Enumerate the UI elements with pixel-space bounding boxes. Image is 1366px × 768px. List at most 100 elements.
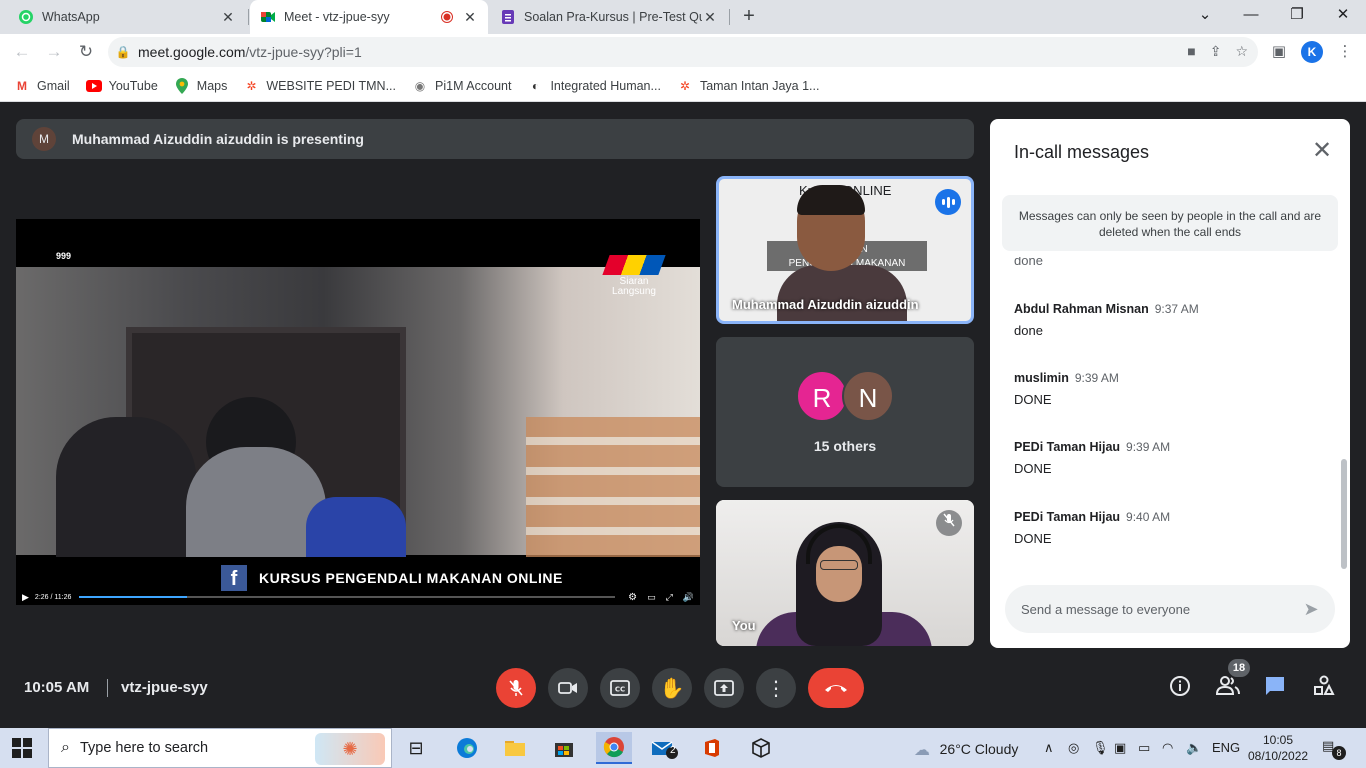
reload-icon[interactable]: ↻ — [74, 40, 98, 64]
bookmark-integrated-human[interactable]: ◐ Integrated Human... — [527, 78, 661, 94]
leave-call-button[interactable] — [808, 668, 864, 708]
people-count-badge: 18 — [1228, 659, 1250, 677]
send-icon[interactable]: ➤ — [1299, 597, 1323, 621]
bookmark-gmail[interactable]: M Gmail — [14, 78, 70, 94]
bookmark-star-icon[interactable]: ☆ — [1235, 43, 1248, 60]
search-placeholder: Type here to search — [79, 740, 209, 756]
tab-forms[interactable]: Soalan Pra-Kursus | Pre-Test Que ✕ — [490, 0, 728, 34]
meet-icon — [260, 9, 276, 25]
bookmark-maps[interactable]: Maps — [174, 77, 227, 94]
chat-button[interactable] — [1262, 675, 1288, 701]
tab-search-chevron-icon[interactable]: ⌄ — [1182, 4, 1228, 28]
address-bar[interactable]: 🔒 meet.google.com/vtz-jpue-syy?pli=1 ■ ⇪… — [108, 37, 1258, 67]
message-sender: PEDi Taman Hijau — [1014, 510, 1121, 524]
avatar: N — [842, 370, 894, 422]
chat-notice: Messages can only be seen by people in t… — [1002, 195, 1338, 251]
mic-off-icon — [936, 510, 962, 536]
volume-icon[interactable]: 🔈 — [1186, 740, 1202, 756]
present-now-button[interactable] — [704, 668, 744, 708]
participant-name: Muhammad Aizuddin aizuddin — [732, 297, 919, 312]
search-icon: ⌕ — [61, 739, 70, 756]
taskbar-search[interactable]: ⌕ Type here to search ✺ — [48, 728, 392, 768]
close-icon[interactable]: ✕ — [1308, 137, 1336, 165]
mic-off-icon — [509, 680, 523, 696]
tab-close-icon[interactable]: ✕ — [702, 9, 718, 26]
camera-in-use-icon[interactable]: ■ — [1187, 43, 1195, 60]
list-item: done — [1014, 257, 1043, 268]
bookmark-youtube[interactable]: YouTube — [85, 78, 158, 94]
more-options-button[interactable]: ⋮ — [756, 668, 796, 708]
video-progress[interactable] — [79, 596, 616, 598]
new-tab-button[interactable]: + — [738, 5, 760, 27]
back-icon[interactable]: ← — [10, 40, 34, 64]
activities-button[interactable] — [1311, 675, 1337, 701]
side-panel-icon[interactable]: ▣ — [1268, 41, 1290, 63]
list-item: Abdul Rahman Misnan 9:37 AM done — [1014, 301, 1199, 338]
chat-scrollbar[interactable] — [1341, 459, 1347, 569]
list-item: muslimin 9:39 AM DONE — [1014, 370, 1119, 407]
camera-toggle-button[interactable] — [548, 668, 588, 708]
cube-app-icon[interactable] — [745, 732, 777, 764]
screen-share-tray-icon[interactable]: ▣ — [1114, 740, 1126, 756]
fullscreen-icon[interactable]: ⤢ — [666, 592, 673, 603]
weather-widget[interactable]: ☁ 26°C Cloudy — [914, 740, 1018, 760]
tab-whatsapp[interactable]: WhatsApp ✕ — [8, 0, 246, 34]
participant-tile-self[interactable]: You — [716, 500, 974, 646]
restore-button[interactable]: ❐ — [1274, 4, 1320, 28]
message-list[interactable]: done Abdul Rahman Misnan 9:37 AM done mus… — [990, 257, 1350, 577]
task-view-icon[interactable]: ⊟ — [400, 732, 432, 764]
close-window-button[interactable]: ✕ — [1320, 4, 1366, 28]
panel-title: In-call messages — [1014, 142, 1150, 162]
participant-tile-presenter[interactable]: Kursus ONLINE LATIHAN PENGENDALI MAKANAN… — [716, 176, 974, 324]
office-icon[interactable] — [696, 732, 728, 764]
mic-toggle-button[interactable] — [496, 668, 536, 708]
system-clock[interactable]: 10:05 08/10/2022 — [1248, 732, 1308, 764]
mic-tray-icon[interactable]: 🎙 — [1092, 740, 1109, 756]
store-icon[interactable] — [548, 732, 580, 764]
more-vert-icon: ⋮ — [766, 677, 786, 700]
windows-taskbar: ⌕ Type here to search ✺ ⊟ 2 ☁ 26°C Cloud… — [0, 728, 1366, 768]
list-item: PEDi Taman Hijau 9:40 AM DONE — [1014, 509, 1170, 546]
play-icon[interactable]: ▶ — [22, 592, 29, 603]
miniplayer-icon[interactable]: ▭ — [647, 592, 656, 603]
meet-tray-icon[interactable]: ◎ — [1068, 740, 1079, 756]
language-indicator[interactable]: ENG — [1212, 740, 1240, 755]
tab-meet[interactable]: Meet - vtz-jpue-syy ✕ — [250, 0, 488, 34]
profile-avatar[interactable]: K — [1301, 41, 1323, 63]
settings-gear-icon[interactable]: ⚙ — [628, 592, 637, 603]
meeting-clock: 10:05 AM — [24, 679, 90, 696]
message-input[interactable] — [1021, 599, 1291, 619]
wifi-icon[interactable]: ◠ — [1162, 740, 1173, 756]
tab-title: Soalan Pra-Kursus | Pre-Test Que — [524, 10, 702, 24]
edge-icon[interactable] — [451, 732, 483, 764]
present-to-all-icon — [714, 680, 734, 696]
tab-close-icon[interactable]: ✕ — [462, 9, 478, 26]
bookmark-taman-intan[interactable]: ✲ Taman Intan Jaya 1... — [677, 78, 820, 94]
forward-icon[interactable]: → — [42, 40, 66, 64]
menu-dots-icon[interactable]: ⋮ — [1334, 41, 1356, 63]
notification-center-icon[interactable]: ▤ 8 — [1322, 738, 1346, 760]
chrome-icon[interactable] — [596, 732, 632, 764]
bookmark-pi1m[interactable]: ◉ Pi1M Account — [412, 78, 512, 94]
cloud-icon: ☁ — [914, 742, 930, 759]
minimize-button[interactable]: — — [1228, 4, 1274, 28]
meeting-code: vtz-jpue-syy — [121, 679, 208, 696]
tray-chevron-icon[interactable]: ∧ — [1044, 740, 1054, 756]
mail-icon[interactable]: 2 — [648, 732, 680, 764]
bookmark-website-pedi[interactable]: ✲ WEBSITE PEDI TMN... — [243, 78, 396, 94]
whatsapp-icon — [18, 9, 34, 25]
hand-icon: ✋ — [659, 677, 685, 700]
meeting-details-button[interactable] — [1167, 675, 1193, 701]
captions-button[interactable]: CC — [600, 668, 640, 708]
battery-icon[interactable]: ▭ — [1138, 740, 1150, 756]
people-button[interactable] — [1215, 675, 1241, 701]
participant-tile-others[interactable]: R N 15 others — [716, 337, 974, 487]
volume-icon[interactable]: 🔊 — [683, 592, 694, 603]
start-button[interactable] — [12, 738, 32, 758]
raise-hand-button[interactable]: ✋ — [652, 668, 692, 708]
browser-toolbar: ← → ↻ 🔒 meet.google.com/vtz-jpue-syy?pli… — [0, 34, 1366, 70]
tab-close-icon[interactable]: ✕ — [220, 9, 236, 26]
file-explorer-icon[interactable] — [499, 732, 531, 764]
share-icon[interactable]: ⇪ — [1210, 43, 1222, 60]
presentation-stage[interactable]: 999 Siaran Langsung f KURSUS PENGENDALI … — [16, 219, 700, 605]
